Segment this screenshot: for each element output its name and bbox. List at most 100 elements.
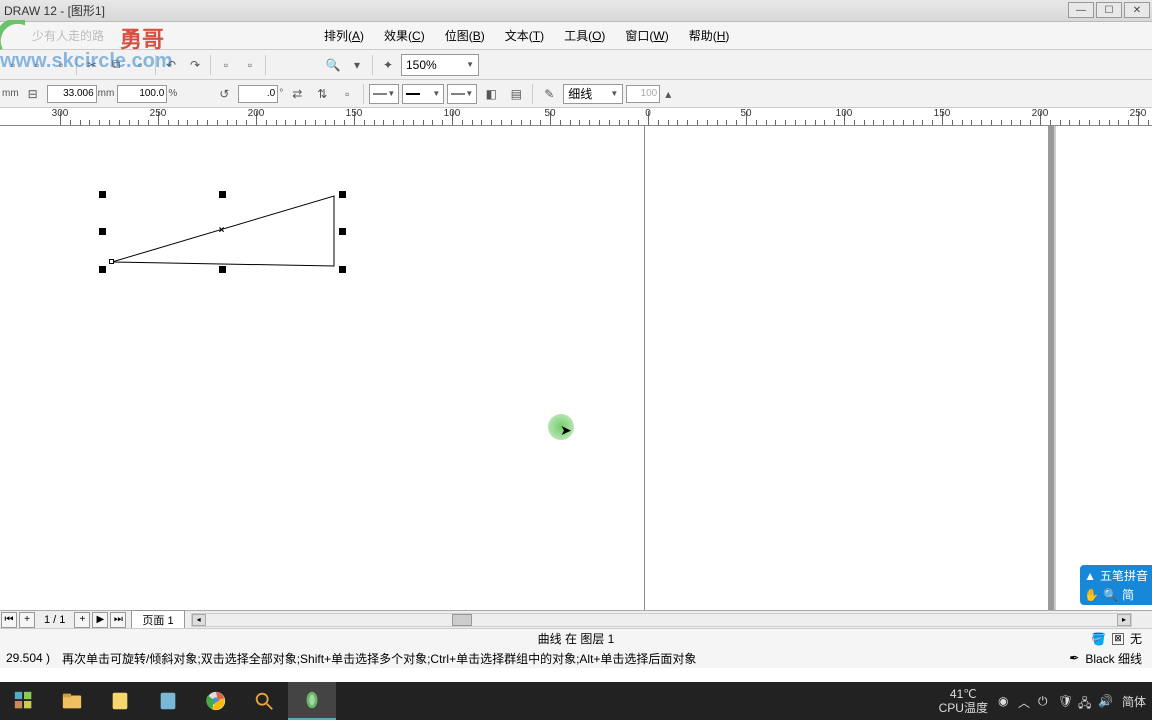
fill-indicator[interactable]: 🪣 ⊠ 无 [1091, 630, 1142, 647]
lock-ratio-icon[interactable]: ⊟ [22, 83, 44, 105]
height-unit: mm [98, 88, 115, 99]
wrap-text-icon[interactable]: ◧ [480, 83, 502, 105]
selection-center[interactable]: × [217, 226, 226, 235]
add-page-button[interactable]: + [19, 612, 35, 628]
outline-label: Black 细线 [1085, 650, 1142, 667]
undo-icon[interactable]: ↶ [160, 54, 182, 76]
stepper-icon[interactable]: ▴ [661, 85, 675, 103]
maximize-button[interactable]: ☐ [1096, 2, 1122, 18]
selection-handle-mr[interactable] [339, 228, 346, 235]
wifi-icon[interactable]: ◉ [998, 694, 1012, 708]
menu-window[interactable]: 窗口(W) [615, 23, 678, 48]
coreldraw-icon[interactable] [288, 682, 336, 720]
ruler-label: 150 [934, 108, 951, 119]
ruler-label: 100 [444, 108, 461, 119]
mirror-v-icon[interactable]: ⇅ [311, 83, 333, 105]
selection-handle-bc[interactable] [219, 266, 226, 273]
line-style-select[interactable]: ▼ [402, 84, 444, 104]
network-icon[interactable]: 🖧 [1078, 694, 1092, 708]
ime-search-icon: 🔍 [1103, 588, 1118, 602]
menu-tools[interactable]: 工具(O) [554, 23, 615, 48]
page-tab-1[interactable]: 页面 1 [131, 610, 184, 629]
new-icon[interactable]: ▫ [2, 54, 24, 76]
undo-transform-icon[interactable]: ↺ [213, 83, 235, 105]
menu-bitmap[interactable]: 位图(B) [435, 23, 495, 48]
power-icon[interactable]: ⏻ [1038, 694, 1052, 708]
menu-text[interactable]: 文本(T) [495, 23, 554, 48]
horizontal-scrollbar[interactable]: ◂ ▸ [191, 613, 1132, 627]
scroll-thumb[interactable] [452, 614, 472, 626]
app-notes-icon[interactable] [96, 682, 144, 720]
mirror-h-icon[interactable]: ⇄ [286, 83, 308, 105]
canvas[interactable]: × ➤ [0, 126, 1152, 610]
explorer-icon[interactable] [48, 682, 96, 720]
last-page-button[interactable]: ⏭ [110, 612, 126, 628]
align-icon[interactable]: ▫ [336, 83, 358, 105]
cpu-temp[interactable]: 41℃ CPU温度 [939, 687, 988, 716]
outline-pen-icon[interactable]: ✎ [538, 83, 560, 105]
search-icon[interactable] [240, 682, 288, 720]
copy-icon[interactable]: ⧉ [105, 54, 127, 76]
unit-label: mm [2, 88, 19, 99]
ime-simp: 简 [1122, 586, 1134, 603]
chrome-icon[interactable] [192, 682, 240, 720]
app-reader-icon[interactable] [144, 682, 192, 720]
next-page-button[interactable]: ▶ [92, 612, 108, 628]
selection-handle-tc[interactable] [219, 191, 226, 198]
selected-triangle[interactable] [0, 126, 400, 426]
chevron-down-icon: ▼ [610, 89, 618, 98]
outline-indicator[interactable]: ✒ Black 细线 [1069, 650, 1142, 667]
selection-handle-tr[interactable] [339, 191, 346, 198]
zoom-select[interactable]: 150% ▼ [401, 54, 479, 76]
number-input[interactable] [626, 85, 660, 103]
separator [363, 84, 364, 104]
scale-input[interactable] [117, 85, 167, 103]
add-page-after-button[interactable]: + [74, 612, 90, 628]
property-bar: mm ⊟ mm % ↺ ° ⇄ ⇅ ▫ ▼ ▼ ▼ ◧ ▤ ✎ 细线 ▼ ▴ [0, 80, 1152, 108]
zoom-dropdown-icon[interactable]: ▾ [346, 54, 368, 76]
ruler-label: 150 [346, 108, 363, 119]
close-button[interactable]: ✕ [1124, 2, 1150, 18]
separator [265, 55, 266, 75]
selection-handle-ml[interactable] [99, 228, 106, 235]
minimize-button[interactable]: — [1068, 2, 1094, 18]
edit-wrap-icon[interactable]: ▤ [505, 83, 527, 105]
height-input[interactable] [47, 85, 97, 103]
window-title: DRAW 12 - [图形1] [4, 2, 105, 19]
zoom-tool-icon[interactable]: 🔍 [322, 54, 344, 76]
layer-info: 曲线 在 图层 1 [538, 630, 615, 647]
rotation-input[interactable] [238, 85, 278, 103]
scroll-left-button[interactable]: ◂ [192, 614, 206, 626]
ime-mode: 五笔拼音 [1100, 567, 1148, 584]
volume-icon[interactable]: 🔊 [1098, 694, 1112, 708]
outline-weight-select[interactable]: 细线 ▼ [563, 84, 623, 104]
redo-icon[interactable]: ↷ [184, 54, 206, 76]
cut-icon[interactable]: ✂ [81, 54, 103, 76]
ime-lang[interactable]: 简体 [1122, 693, 1146, 710]
paste-icon[interactable]: ▫ [129, 54, 151, 76]
ime-panel[interactable]: ▲五笔拼音 ✋🔍简 [1080, 565, 1152, 605]
ruler-label: 0 [645, 108, 651, 119]
chevron-up-icon[interactable]: ︿ [1018, 694, 1032, 708]
first-page-button[interactable]: ⏮ [1, 612, 17, 628]
save-icon[interactable]: ▫ [50, 54, 72, 76]
open-icon[interactable]: ▫ [26, 54, 48, 76]
selection-handle-tl[interactable] [99, 191, 106, 198]
menu-effects[interactable]: 效果(C) [374, 23, 435, 48]
ruler-label: 200 [248, 108, 265, 119]
start-arrow-select[interactable]: ▼ [369, 84, 399, 104]
security-icon[interactable]: 🛡 [1058, 694, 1072, 708]
import-icon[interactable]: ▫ [215, 54, 237, 76]
menu-help[interactable]: 帮助(H) [679, 23, 740, 48]
scroll-right-button[interactable]: ▸ [1117, 614, 1131, 626]
snap-icon[interactable]: ✦ [377, 54, 399, 76]
separator [210, 55, 211, 75]
end-arrow-select[interactable]: ▼ [447, 84, 477, 104]
selection-handle-br[interactable] [339, 266, 346, 273]
export-icon[interactable]: ▫ [239, 54, 261, 76]
start-button[interactable] [0, 682, 48, 720]
node-handle[interactable] [109, 259, 114, 264]
selection-handle-bl[interactable] [99, 266, 106, 273]
ime-hand-icon: ✋ [1084, 588, 1099, 602]
menu-arrange[interactable]: 排列(A) [314, 23, 374, 48]
